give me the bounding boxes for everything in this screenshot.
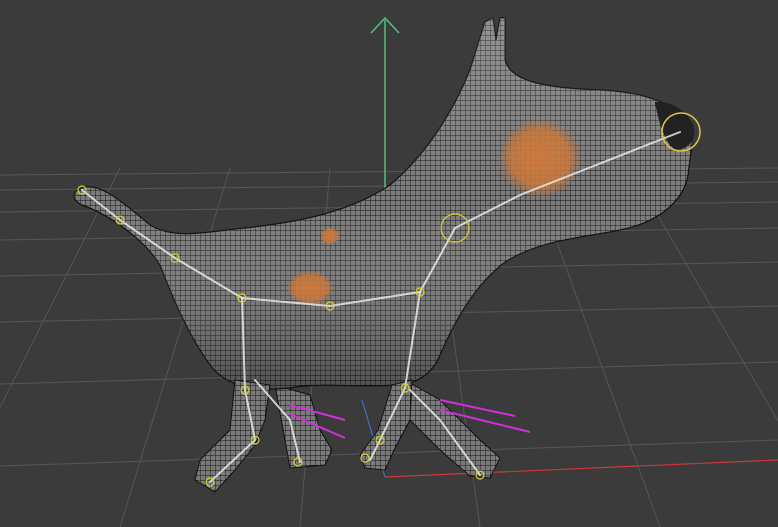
leg-front-left[interactable] [359,379,413,471]
dog-mesh[interactable] [73,17,695,493]
x-axis-line [384,459,778,478]
leg-back-right[interactable] [274,384,333,469]
viewport-canvas[interactable] [0,0,778,527]
spot-body-large [286,270,334,306]
spot-head [498,118,582,198]
move-manipulator-y[interactable] [370,16,400,200]
3d-viewport[interactable] [0,0,778,527]
spot-body-small [320,227,340,245]
body-shading [73,18,693,390]
leg-back-left[interactable] [194,379,271,493]
leg-front-right[interactable] [404,379,501,479]
